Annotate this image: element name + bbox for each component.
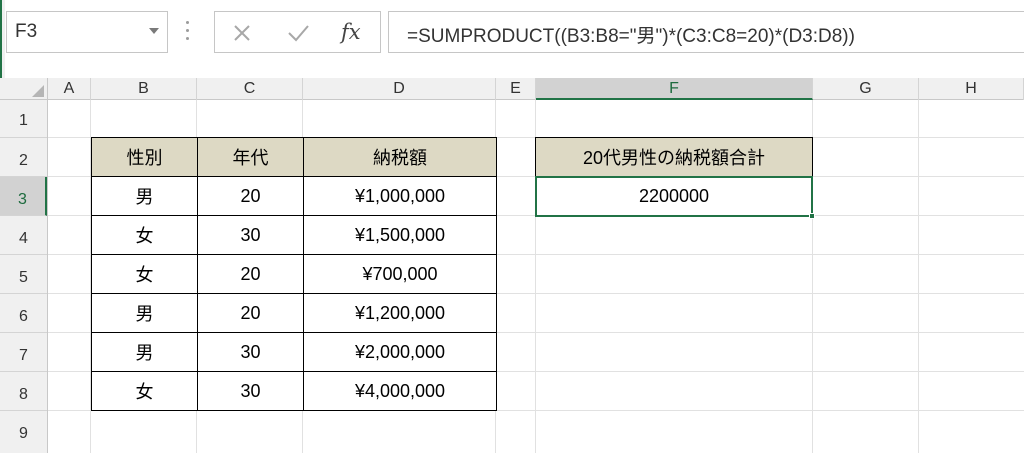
name-box[interactable]: F3 — [6, 11, 168, 53]
formula-text: =SUMPRODUCT((B3:B8="男")*(C3:C8=20)*(D3:D… — [407, 26, 855, 47]
row-headers: 1 2 3 4 5 6 7 8 9 — [0, 100, 48, 453]
table-cell[interactable]: 男 — [91, 332, 198, 372]
table-cell[interactable]: ¥1,500,000 — [303, 215, 497, 255]
fill-handle[interactable] — [809, 213, 815, 219]
table-cell[interactable]: 男 — [91, 176, 198, 216]
table-cell[interactable]: 20 — [197, 254, 304, 294]
result-value-cell-selected[interactable]: 2200000 — [535, 176, 813, 217]
table-cell[interactable]: 女 — [91, 254, 198, 294]
insert-function-button[interactable]: fx — [341, 20, 361, 44]
column-headers: A B C D E F G H — [0, 78, 1024, 100]
table-cell[interactable]: ¥1,200,000 — [303, 293, 497, 333]
check-icon[interactable] — [273, 12, 323, 54]
row-header-6[interactable]: 6 — [0, 294, 47, 333]
row-header-5[interactable]: 5 — [0, 255, 47, 294]
table-cell[interactable]: 30 — [197, 215, 304, 255]
row-header-1[interactable]: 1 — [0, 100, 47, 138]
table-cell[interactable]: 30 — [197, 371, 304, 411]
drag-handle-icon[interactable] — [186, 21, 190, 43]
formula-input[interactable]: =SUMPRODUCT((B3:B8="男")*(C3:C8=20)*(D3:D… — [388, 11, 1024, 53]
row-header-2[interactable]: 2 — [0, 138, 47, 177]
name-box-value: F3 — [15, 21, 38, 42]
result-header-cell[interactable]: 20代男性の納税額合計 — [535, 137, 813, 177]
close-icon[interactable] — [217, 12, 267, 54]
table-cell[interactable]: ¥2,000,000 — [303, 332, 497, 372]
row-header-3[interactable]: 3 — [0, 177, 47, 216]
table-cell[interactable]: 女 — [91, 371, 198, 411]
table-header-tax[interactable]: 納税額 — [303, 137, 497, 177]
gridline — [918, 100, 919, 453]
column-header-g[interactable]: G — [813, 78, 919, 100]
table-header-age[interactable]: 年代 — [197, 137, 304, 177]
table-cell[interactable]: 20 — [197, 176, 304, 216]
column-header-a[interactable]: A — [48, 78, 91, 100]
row-header-4[interactable]: 4 — [0, 216, 47, 255]
chevron-down-icon[interactable] — [149, 28, 159, 34]
table-cell[interactable]: ¥1,000,000 — [303, 176, 497, 216]
table-cell[interactable]: 30 — [197, 332, 304, 372]
column-header-e[interactable]: E — [496, 78, 536, 100]
row-header-9[interactable]: 9 — [0, 411, 47, 453]
table-cell[interactable]: ¥700,000 — [303, 254, 497, 294]
row-header-7[interactable]: 7 — [0, 333, 47, 372]
column-header-f[interactable]: F — [536, 78, 813, 100]
cell-grid[interactable]: 性別 年代 納税額 男 20 ¥1,000,000 女 30 ¥1,500,00… — [48, 100, 1024, 453]
formula-buttons: fx — [214, 11, 381, 53]
select-all-button[interactable] — [0, 78, 48, 100]
column-header-d[interactable]: D — [303, 78, 496, 100]
column-header-h[interactable]: H — [919, 78, 1024, 100]
table-cell[interactable]: 20 — [197, 293, 304, 333]
table-cell[interactable]: ¥4,000,000 — [303, 371, 497, 411]
row-header-8[interactable]: 8 — [0, 372, 47, 411]
column-header-b[interactable]: B — [91, 78, 197, 100]
table-cell[interactable]: 男 — [91, 293, 198, 333]
column-header-c[interactable]: C — [197, 78, 303, 100]
table-header-gender[interactable]: 性別 — [91, 137, 198, 177]
table-cell[interactable]: 女 — [91, 215, 198, 255]
formula-bar-area: F3 fx =SUMPRODUCT((B3:B8="男")*(C3:C8=20)… — [0, 0, 1024, 453]
